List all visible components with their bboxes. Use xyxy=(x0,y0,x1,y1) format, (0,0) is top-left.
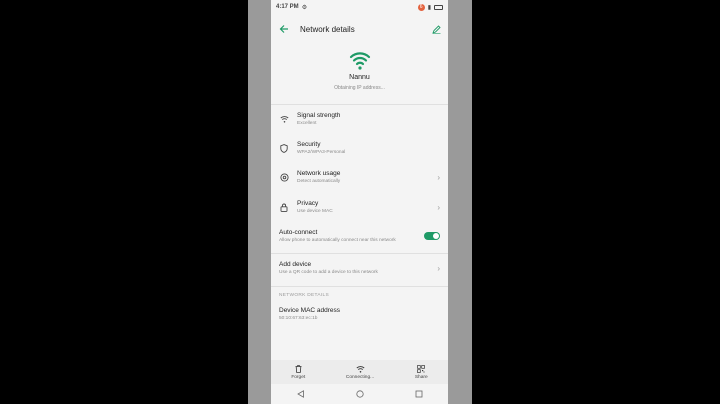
notification-badge: 6 xyxy=(417,3,425,11)
settings-gear-icon: ⚙ xyxy=(301,4,308,11)
phone-frame: 4:17 PM ⚙ 6 ▮ Network details Nannu Obta… xyxy=(248,0,472,404)
chevron-right-icon: › xyxy=(437,202,440,212)
signal-bars-icon: ▮ xyxy=(427,4,431,11)
nav-home-icon[interactable] xyxy=(355,390,364,398)
row-signal-strength: Signal strength Excellent xyxy=(271,112,448,126)
wifi-icon xyxy=(356,365,365,373)
chevron-right-icon: › xyxy=(437,263,440,273)
battery-icon xyxy=(434,4,443,10)
shield-icon xyxy=(280,143,288,153)
status-bar: 4:17 PM ⚙ 6 ▮ xyxy=(271,0,448,14)
row-network-usage[interactable]: Network usage Detect automatically › xyxy=(271,170,448,184)
mac-value: 50:10:67:63:ec:1b xyxy=(279,316,318,321)
status-time: 4:17 PM xyxy=(276,4,299,10)
wifi-icon xyxy=(279,116,289,123)
share-button[interactable]: Share xyxy=(414,364,428,380)
qr-code-icon xyxy=(417,364,426,373)
forget-button[interactable]: Forget xyxy=(291,364,306,380)
row-device-mac: Device MAC address 50:10:67:63:ec:1b xyxy=(271,307,448,321)
mac-label: Device MAC address xyxy=(279,307,341,314)
share-label: Share xyxy=(414,374,428,380)
network-hero: Nannu Obtaining IP address... xyxy=(271,50,448,91)
row-label: Privacy xyxy=(297,200,319,207)
phone-screen: 4:17 PM ⚙ 6 ▮ Network details Nannu Obta… xyxy=(271,0,448,404)
row-sub: WPA2/WPA3-Personal xyxy=(297,150,346,155)
auto-connect-toggle[interactable] xyxy=(424,232,440,240)
bottom-action-bar: Forget Connecting... Share xyxy=(271,360,448,384)
connecting-label: Connecting... xyxy=(345,374,375,380)
row-label: Network usage xyxy=(297,170,341,177)
forget-label: Forget xyxy=(291,374,306,380)
row-sub: Excellent xyxy=(297,121,317,126)
network-name: Nannu xyxy=(349,74,370,81)
network-status: Obtaining IP address... xyxy=(334,85,385,91)
auto-connect-sub: Allow phone to automatically connect nea… xyxy=(279,238,396,243)
data-usage-icon xyxy=(279,172,289,182)
lock-icon xyxy=(280,203,288,212)
left-letterbox xyxy=(0,0,248,404)
row-privacy[interactable]: Privacy Use device MAC › xyxy=(271,200,448,214)
edit-button[interactable] xyxy=(430,23,442,35)
divider xyxy=(271,286,448,287)
connecting-button[interactable]: Connecting... xyxy=(346,365,374,380)
chevron-right-icon: › xyxy=(437,172,440,182)
back-arrow-icon xyxy=(279,25,288,33)
pencil-icon xyxy=(431,24,441,34)
system-nav-bar xyxy=(271,384,448,404)
row-add-device[interactable]: Add device Use a QR code to add a device… xyxy=(271,261,448,275)
row-label: Security xyxy=(297,141,321,148)
add-device-label: Add device xyxy=(279,261,312,268)
row-security[interactable]: Security WPA2/WPA3-Personal xyxy=(271,141,448,155)
wifi-large-icon xyxy=(349,52,370,70)
row-sub: Detect automatically xyxy=(297,179,341,184)
page-title: Network details xyxy=(300,24,355,34)
trash-icon xyxy=(295,364,302,373)
row-label: Signal strength xyxy=(297,112,341,119)
nav-recents-icon[interactable] xyxy=(415,390,423,398)
auto-connect-label: Auto-connect xyxy=(279,229,318,236)
back-button[interactable] xyxy=(277,22,291,36)
add-device-sub: Use a QR code to add a device to this ne… xyxy=(279,270,378,275)
row-auto-connect[interactable]: Auto-connect Allow phone to automaticall… xyxy=(271,229,448,243)
divider xyxy=(271,104,448,105)
divider xyxy=(271,253,448,254)
row-sub: Use device MAC xyxy=(297,209,333,214)
section-header: NETWORK DETAILS xyxy=(279,293,329,298)
app-bar: Network details xyxy=(271,18,448,40)
nav-back-icon[interactable] xyxy=(296,390,305,398)
right-letterbox xyxy=(472,0,720,404)
